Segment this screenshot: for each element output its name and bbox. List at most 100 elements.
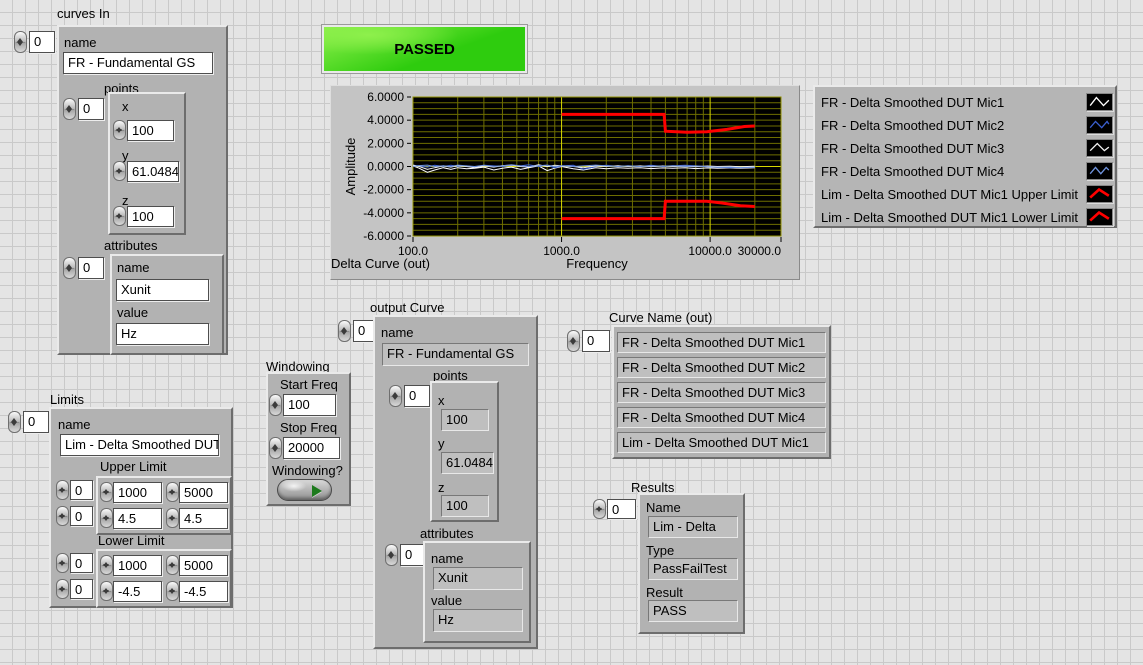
curve-name-item: FR - Delta Smoothed DUT Mic1 [617,332,826,353]
labview-front-panel: curves In 0 name FR - Fundamental GS poi… [0,0,1143,665]
toggle-arrow-icon [312,485,322,497]
legend-item[interactable]: FR - Delta Smoothed DUT Mic3 [821,137,1113,159]
lower-cell-spinner[interactable] [100,555,113,575]
legend-item[interactable]: FR - Delta Smoothed DUT Mic1 [821,91,1113,113]
limits-index-spinner[interactable] [8,411,21,433]
upper-cell-spinner[interactable] [166,508,179,528]
lower-index-spinner[interactable] [56,553,69,573]
upper-cell-spinner[interactable] [100,482,113,502]
curve-name-index-field[interactable]: 0 [582,330,610,352]
start-freq-field[interactable]: 100 [283,394,336,416]
plot-sample-icon[interactable] [1086,93,1113,111]
curves-in-index-spinner[interactable] [14,31,27,53]
y-spinner[interactable] [113,161,126,181]
curves-in-index-field[interactable]: 0 [29,31,55,53]
lower-cell[interactable]: 5000 [179,555,228,576]
curves-in-points-index-spinner[interactable] [63,98,76,120]
results-index-spinner[interactable] [593,499,606,519]
upper-cell[interactable]: 5000 [179,482,228,503]
legend-item[interactable]: Lim - Delta Smoothed DUT Mic1 Lower Limi… [821,206,1113,228]
start-freq-label: Start Freq [280,378,338,392]
upper-index-spinner[interactable] [56,480,69,500]
svg-text:2.0000: 2.0000 [367,136,404,150]
lower-index-field[interactable]: 0 [70,579,93,599]
output-y-field: 61.0484 [441,452,494,474]
output-curve-label: output Curve [370,301,444,315]
delta-curve-plot-area[interactable]: 6.00004.00002.00000.0000-2.0000-4.0000-6… [331,86,801,281]
curves-in-name-field[interactable]: FR - Fundamental GS [63,52,213,74]
upper-cell[interactable]: 4.5 [113,508,162,529]
z-spinner[interactable] [113,206,126,226]
lower-index-field[interactable]: 0 [70,553,93,573]
plot-legend: FR - Delta Smoothed DUT Mic1 FR - Delta … [813,85,1117,228]
result-type-label: Type [646,544,674,558]
x-field[interactable]: 100 [127,120,174,141]
upper-limit-label: Upper Limit [100,460,166,474]
limits-index-field[interactable]: 0 [23,411,49,433]
attr-value-label: value [117,306,148,320]
upper-index-field[interactable]: 0 [70,506,93,526]
result-result-field: PASS [648,600,738,622]
svg-text:Delta Curve (out): Delta Curve (out) [331,256,430,271]
output-z-field: 100 [441,495,489,517]
stop-freq-spinner[interactable] [269,437,282,459]
curves-in-points-index-field[interactable]: 0 [78,98,104,120]
legend-item[interactable]: FR - Delta Smoothed DUT Mic4 [821,160,1113,182]
output-curve-index-spinner[interactable] [338,320,351,342]
start-freq-spinner[interactable] [269,394,282,416]
limits-label: Limits [50,393,84,407]
x-spinner[interactable] [113,120,126,140]
passed-label: PASSED [394,41,455,58]
upper-index-field[interactable]: 0 [70,480,93,500]
y-field[interactable]: 61.0484 [127,161,179,182]
upper-cell[interactable]: 4.5 [179,508,228,529]
plot-sample-icon[interactable] [1086,162,1113,180]
stop-freq-label: Stop Freq [280,421,337,435]
svg-text:30000.0: 30000.0 [738,244,782,258]
upper-index-spinner[interactable] [56,506,69,526]
upper-cell[interactable]: 1000 [113,482,162,503]
output-attributes-index-spinner[interactable] [385,544,398,566]
upper-cell-spinner[interactable] [100,508,113,528]
svg-text:-4.0000: -4.0000 [363,206,404,220]
lower-cell[interactable]: -4.5 [179,581,228,602]
windowing-toggle[interactable] [277,479,332,501]
legend-item[interactable]: Lim - Delta Smoothed DUT Mic1 Upper Limi… [821,183,1113,205]
z-field[interactable]: 100 [127,206,174,227]
output-z-label: z [438,481,445,495]
plot-sample-icon[interactable] [1086,139,1113,157]
lower-cell-spinner[interactable] [100,581,113,601]
curves-in-attributes-label: attributes [104,239,157,253]
plot-sample-icon[interactable] [1086,116,1113,134]
curve-name-index-spinner[interactable] [567,330,580,352]
plot-sample-icon[interactable] [1086,208,1113,226]
lower-cell-spinner[interactable] [166,581,179,601]
windowing-toggle-label: Windowing? [272,464,343,478]
stop-freq-field[interactable]: 20000 [283,437,340,459]
results-index-field[interactable]: 0 [607,499,636,519]
curve-name-item: FR - Delta Smoothed DUT Mic2 [617,357,826,378]
attr-name-field[interactable]: Xunit [116,279,209,301]
legend-item[interactable]: FR - Delta Smoothed DUT Mic2 [821,114,1113,136]
curves-in-attributes-index-field[interactable]: 0 [78,257,104,279]
plot-sample-icon[interactable] [1086,185,1113,203]
lower-cell[interactable]: 1000 [113,555,162,576]
curves-in-attributes-index-spinner[interactable] [63,257,76,279]
output-points-index-spinner[interactable] [389,385,402,407]
curve-name-item: Lim - Delta Smoothed DUT Mic1 [617,432,826,453]
curve-name-item: FR - Delta Smoothed DUT Mic4 [617,407,826,428]
upper-cell-spinner[interactable] [166,482,179,502]
lower-cell[interactable]: -4.5 [113,581,162,602]
svg-text:-6.0000: -6.0000 [363,229,404,243]
curve-name-item: FR - Delta Smoothed DUT Mic3 [617,382,826,403]
curve-name-out-label: Curve Name (out) [609,311,712,325]
lower-index-spinner[interactable] [56,579,69,599]
svg-text:4.0000: 4.0000 [367,113,404,127]
attr-name-label: name [117,261,150,275]
output-x-label: x [438,394,445,408]
svg-text:10000.0: 10000.0 [688,244,732,258]
lower-cell-spinner[interactable] [166,555,179,575]
output-points-index-field[interactable]: 0 [404,385,430,407]
attr-value-field[interactable]: Hz [116,323,209,345]
limits-name-field[interactable]: Lim - Delta Smoothed DUT [60,434,219,456]
